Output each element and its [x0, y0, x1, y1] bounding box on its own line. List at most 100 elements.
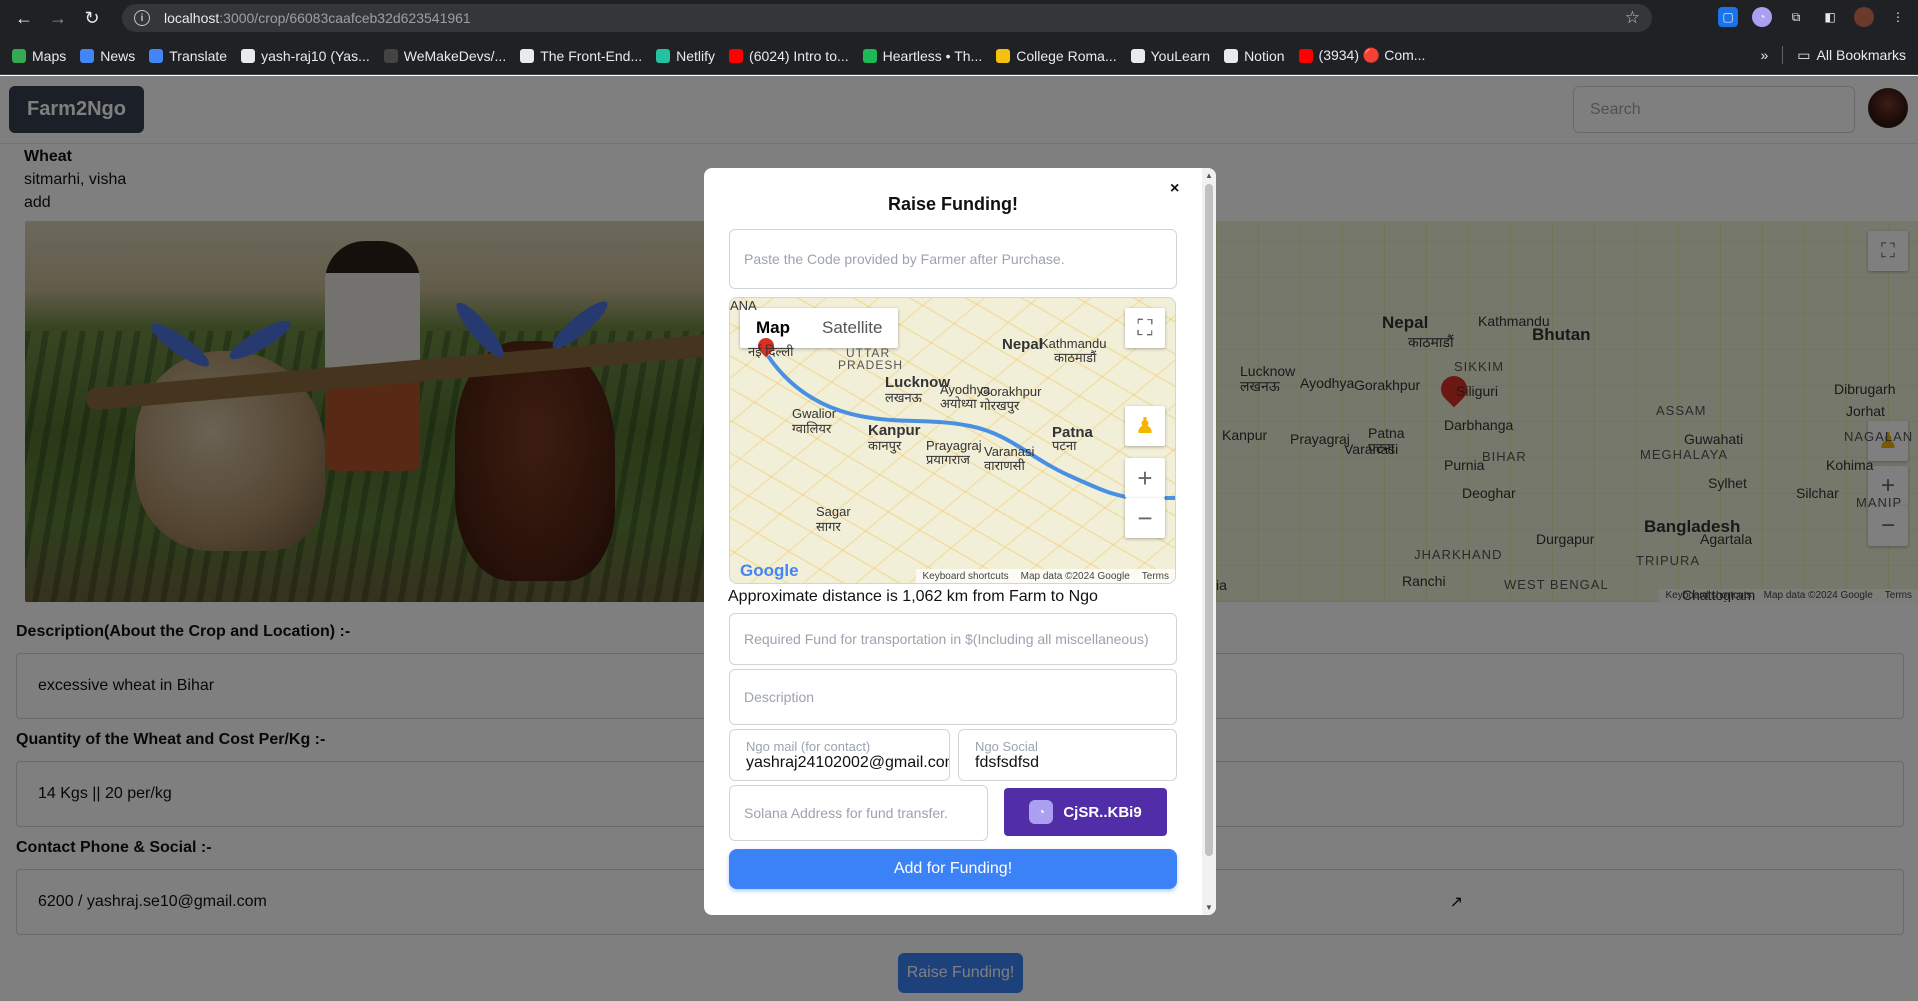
bookmark-favicon-icon	[241, 48, 256, 63]
bookmark-favicon-icon	[1130, 48, 1145, 63]
bookmark-item[interactable]: yash-raj10 (Yas...	[241, 48, 370, 64]
phantom-wallet-icon: ◔	[1029, 800, 1054, 824]
bookmark-label: Notion	[1244, 47, 1285, 64]
map-label: लखनऊ	[885, 390, 922, 405]
google-logo-text: Google	[740, 561, 799, 580]
bookmark-item[interactable]: News	[80, 48, 135, 64]
bookmark-label: Netlify	[676, 47, 716, 64]
map-label: PRADESH	[838, 358, 904, 372]
more-bookmarks-icon[interactable]: »	[1761, 47, 1769, 63]
all-bookmarks-link[interactable]: All Bookmarks	[1817, 47, 1906, 63]
bookmark-label: Heartless • Th...	[882, 47, 983, 64]
bookmark-item[interactable]: (3934) 🔴 Com...	[1298, 47, 1426, 64]
browser-toolbar: ← → ↻ i localhost:3000/crop/66083caafceb…	[0, 0, 1918, 37]
map-label: प्रयागराज	[926, 452, 970, 467]
ngo-mail-label: Ngo mail (for contact)	[746, 738, 871, 754]
extension-blue-icon[interactable]: ▢	[1718, 7, 1738, 27]
url-text: localhost:3000/crop/66083caafceb32d62354…	[164, 10, 471, 26]
ngo-social-value[interactable]: fdsfsdfsd	[975, 754, 1176, 772]
description-input[interactable]: Description	[729, 669, 1177, 725]
profile-icon[interactable]	[1854, 7, 1874, 27]
bookmarks-bar: Maps News Translate yash-raj10 (Yas... WeMak…	[0, 37, 1918, 75]
bookmark-label: News	[100, 47, 136, 64]
bookmark-favicon-icon	[383, 48, 398, 63]
map-footer: Keyboard shortcuts Map data ©2024 Google T…	[916, 569, 1175, 583]
map-fullscreen-icon[interactable]: ⛶	[1125, 308, 1165, 348]
bookmark-item[interactable]: Heartless • Th...	[862, 47, 983, 64]
bookmark-label: Translate	[169, 47, 228, 64]
map-label: काठमाडौं	[1054, 350, 1097, 365]
map-label: ग्वालियर	[792, 421, 832, 436]
bookmark-item[interactable]: (6024) Intro to...	[729, 48, 849, 64]
bookmark-label: The Front-End...	[540, 47, 643, 64]
bookmark-label: (3934) 🔴 Com...	[1318, 47, 1426, 63]
map-label: वाराणसी	[984, 458, 1025, 473]
extension-icons: ▢ ◔ ⧉ ◧ ⋮	[1718, 7, 1908, 27]
purchase-code-input[interactable]: Paste the Code provided by Farmer after …	[729, 229, 1177, 289]
bookmark-favicon-icon	[1224, 48, 1239, 63]
bookmark-label: YouLearn	[1150, 47, 1211, 64]
bookmark-star-icon[interactable]: ☆	[1625, 8, 1640, 28]
modal-scrollbar[interactable]: ▲ ▼	[1202, 168, 1216, 915]
puzzle-extensions-icon[interactable]: ⧉	[1786, 7, 1806, 27]
raise-funding-modal: ▲ ▼ × Raise Funding! Paste the Code prov…	[704, 168, 1216, 915]
bookmark-favicon-icon	[729, 48, 744, 63]
map-footer-link[interactable]: Map data ©2024 Google	[1021, 571, 1130, 582]
pegman-icon[interactable]: ♟	[1125, 406, 1165, 446]
route-map[interactable]: Map Satellite ⛶ ♟ + − Google Keyboard sh…	[729, 297, 1176, 584]
bookmark-favicon-icon	[656, 48, 671, 63]
map-footer-link[interactable]: Keyboard shortcuts	[922, 571, 1008, 582]
menu-kebab-icon[interactable]: ⋮	[1888, 7, 1908, 27]
bookmark-label: yash-raj10 (Yas...	[261, 47, 370, 64]
zoom-in-icon[interactable]: +	[1125, 458, 1165, 498]
map-label: ANA	[730, 298, 757, 313]
zoom-out-icon[interactable]: −	[1125, 498, 1165, 538]
required-fund-input[interactable]: Required Fund for transportation in $(In…	[729, 613, 1177, 665]
bookmark-item[interactable]: Maps	[12, 48, 66, 64]
bookmark-separator	[1782, 46, 1784, 64]
map-label: सागर	[816, 519, 841, 534]
reload-icon[interactable]: ↻	[78, 5, 106, 33]
bookmark-item[interactable]: The Front-End...	[520, 48, 642, 64]
map-footer-link[interactable]: Terms	[1142, 571, 1169, 582]
bookmark-item[interactable]: College Roma...	[996, 47, 1117, 64]
solana-address-input[interactable]: Solana Address for fund transfer.	[729, 785, 988, 841]
bookmark-item[interactable]: Translate	[149, 48, 227, 64]
bookmark-favicon-icon	[1298, 48, 1313, 63]
bookmark-item[interactable]: Netlify	[656, 48, 715, 64]
ngo-social-field[interactable]: Ngo Social fdsfsdfsd	[958, 729, 1177, 781]
folder-icon: ▭	[1797, 46, 1811, 63]
scroll-down-icon[interactable]: ▼	[1205, 903, 1213, 912]
bookmark-favicon-icon	[12, 48, 26, 63]
bookmark-item[interactable]: YouLearn	[1130, 47, 1211, 64]
map-label: Nepal	[1002, 336, 1043, 353]
map-label: गोरखपुर	[980, 398, 1020, 413]
add-for-funding-button[interactable]: Add for Funding!	[729, 849, 1177, 889]
bookmark-favicon-icon	[862, 48, 877, 63]
map-label: अयोध्या	[940, 396, 977, 411]
phantom-extension-icon[interactable]: ◔	[1752, 7, 1772, 27]
bookmark-favicon-icon	[520, 48, 535, 63]
modal-title: Raise Funding!	[888, 194, 1018, 214]
bookmark-label: WeMakeDevs/...	[403, 47, 507, 64]
bookmark-label: College Roma...	[1016, 47, 1117, 64]
ngo-social-label: Ngo Social	[975, 738, 1038, 754]
ngo-mail-value[interactable]: yashraj24102002@gmail.com	[746, 754, 949, 772]
bookmark-label: Maps	[32, 47, 67, 64]
wallet-button[interactable]: ◔ CjSR..KBi9	[1004, 788, 1167, 836]
bookmark-item[interactable]: Notion	[1224, 47, 1285, 64]
forward-icon[interactable]: →	[44, 5, 72, 33]
bookmark-item[interactable]: WeMakeDevs/...	[383, 47, 507, 64]
map-label: पटना	[1052, 438, 1077, 453]
back-icon[interactable]: ←	[10, 5, 38, 33]
site-info-icon[interactable]: i	[134, 10, 150, 26]
distance-text: Approximate distance is 1,062 km from Fa…	[728, 588, 1098, 605]
address-bar[interactable]: i localhost:3000/crop/66083caafceb32d623…	[122, 4, 1652, 32]
scroll-up-icon[interactable]: ▲	[1205, 171, 1213, 180]
scroll-thumb[interactable]	[1205, 184, 1213, 856]
bookmark-favicon-icon	[80, 48, 95, 63]
map-label: नई दिल्ली	[748, 344, 794, 359]
google-logo: Google	[740, 561, 799, 581]
side-panel-icon[interactable]: ◧	[1820, 7, 1840, 27]
ngo-mail-field[interactable]: Ngo mail (for contact) yashraj24102002@g…	[729, 729, 950, 781]
